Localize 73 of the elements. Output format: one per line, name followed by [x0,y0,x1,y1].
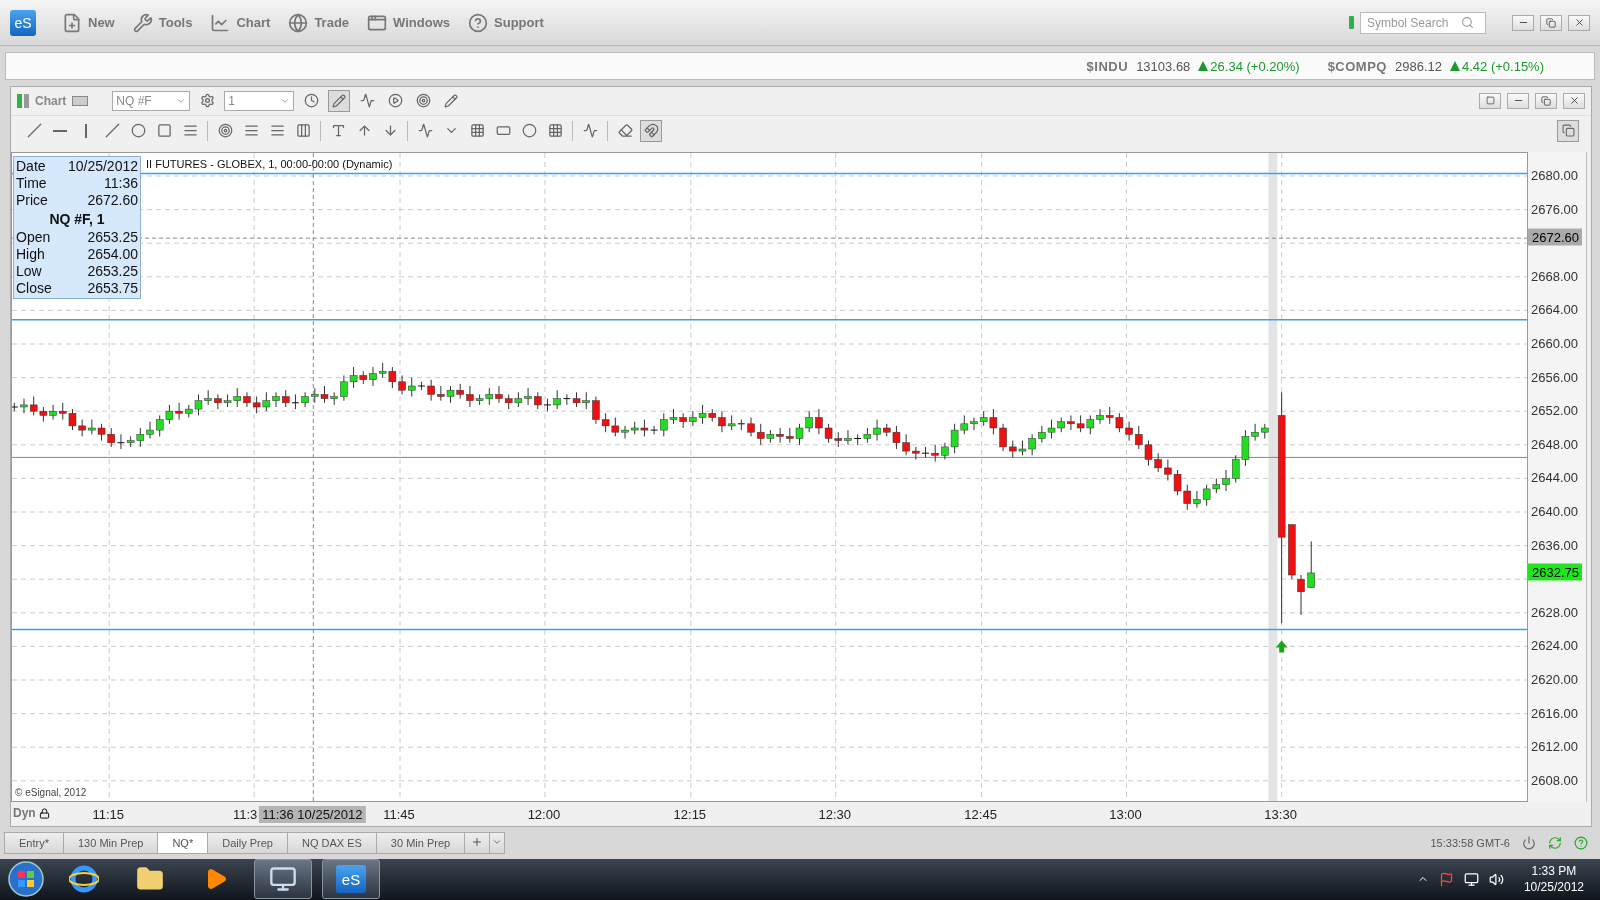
time-label: 12:45 [964,806,997,822]
data-value: 2672.60 [87,191,138,209]
data-heading: NQ #F, 1 [48,209,106,229]
data-label: Open [16,228,51,246]
price-tag: 2672.60 [1528,228,1582,246]
time-label: 13:00 [1109,806,1142,822]
data-label: Low [16,262,42,280]
price-label: 2624.00 [1531,637,1578,653]
data-label: High [16,245,45,263]
window-title: Chart [35,93,67,108]
app-logo: eS [10,9,36,36]
price-label: 2636.00 [1531,537,1578,553]
page-tab[interactable]: Entry* [4,831,64,854]
price-label: 2608.00 [1531,772,1578,788]
time-label: 12:15 [673,806,707,822]
ticker-price: 13103.68 [1136,58,1191,74]
app-taskbar-button[interactable]: eS [322,859,380,900]
menu-button[interactable]: Trade [282,8,356,37]
ticker-price: 2986.12 [1394,58,1442,74]
data-value: 2653.75 [87,279,138,297]
cursor-time-label: 11:36 10/25/2012 [259,805,366,823]
time-label: 12:00 [527,806,561,822]
menu-button[interactable]: Tools [126,8,199,37]
price-label: 2664.00 [1531,301,1578,317]
data-value: 11:36 [104,174,138,192]
price-label: 2668.00 [1531,268,1578,284]
price-label: 2628.00 [1531,604,1578,620]
price-label: 2640.00 [1531,503,1578,519]
ticker-symbol: $INDU [1086,58,1129,74]
price-label: 2612.00 [1531,738,1578,754]
interval-dropdown[interactable]: 1 [224,90,295,111]
data-value: 2653.25 [87,262,138,280]
ticker-symbol: $COMPQ [1327,58,1387,74]
time-label: 11:3 [232,806,258,822]
page-tab[interactable]: NQ* [157,831,209,854]
chart-title: II FUTURES - GLOBEX, 1, 00:00-00:00 (Dynamic) [146,157,393,170]
time-label: 12:30 [818,806,851,822]
page-tab[interactable]: 130 Min Prep [62,831,159,854]
menu-button[interactable]: Support [462,8,550,37]
menu-button[interactable]: New [56,8,121,37]
price-label: 2660.00 [1531,335,1578,351]
dynamic-mode-label: Dyn [13,805,36,820]
data-label: Close [16,279,52,297]
page-tab[interactable]: 30 Min Prep [375,831,466,854]
menu-button[interactable]: Chart [204,8,277,37]
data-label: Time [16,174,47,192]
time-label: 13:30 [1264,806,1297,822]
price-label: 2648.00 [1531,436,1578,452]
price-tag: 2632.75 [1528,563,1582,581]
time-label: 11:45 [383,806,415,822]
time-label: 11:15 [92,806,124,822]
price-label: 2644.00 [1531,469,1578,485]
data-value: 10/25/2012 [67,157,138,175]
data-value: 2654.00 [87,245,138,263]
menu-button[interactable]: Windows [361,8,456,37]
price-label: 2656.00 [1531,369,1578,385]
ticker-change: 4.42 (+0.15%) [1461,58,1544,74]
price-label: 2680.00 [1531,167,1578,183]
page-tab[interactable]: NQ DAX ES [286,831,377,854]
status-clock: 15:33:58 GMT-6 [1430,836,1510,849]
data-label: Price [16,191,48,209]
price-label: 2676.00 [1531,201,1578,217]
page-tab[interactable]: Daily Prep [207,831,288,854]
ticker-change: 26.34 (+0.20%) [1210,58,1300,74]
data-label: Date [16,157,46,175]
taskbar-clock[interactable]: 1:33 PM 10/25/2012 [1523,863,1584,896]
price-label: 2616.00 [1531,705,1578,721]
copyright-text: © eSignal, 2012 [15,786,87,798]
price-label: 2620.00 [1531,671,1578,687]
data-value: 2653.25 [87,228,138,246]
symbol-dropdown[interactable]: NQ #F [112,90,191,111]
price-label: 2652.00 [1531,402,1578,418]
symbol-search-field[interactable]: Symbol Search [1360,11,1486,34]
